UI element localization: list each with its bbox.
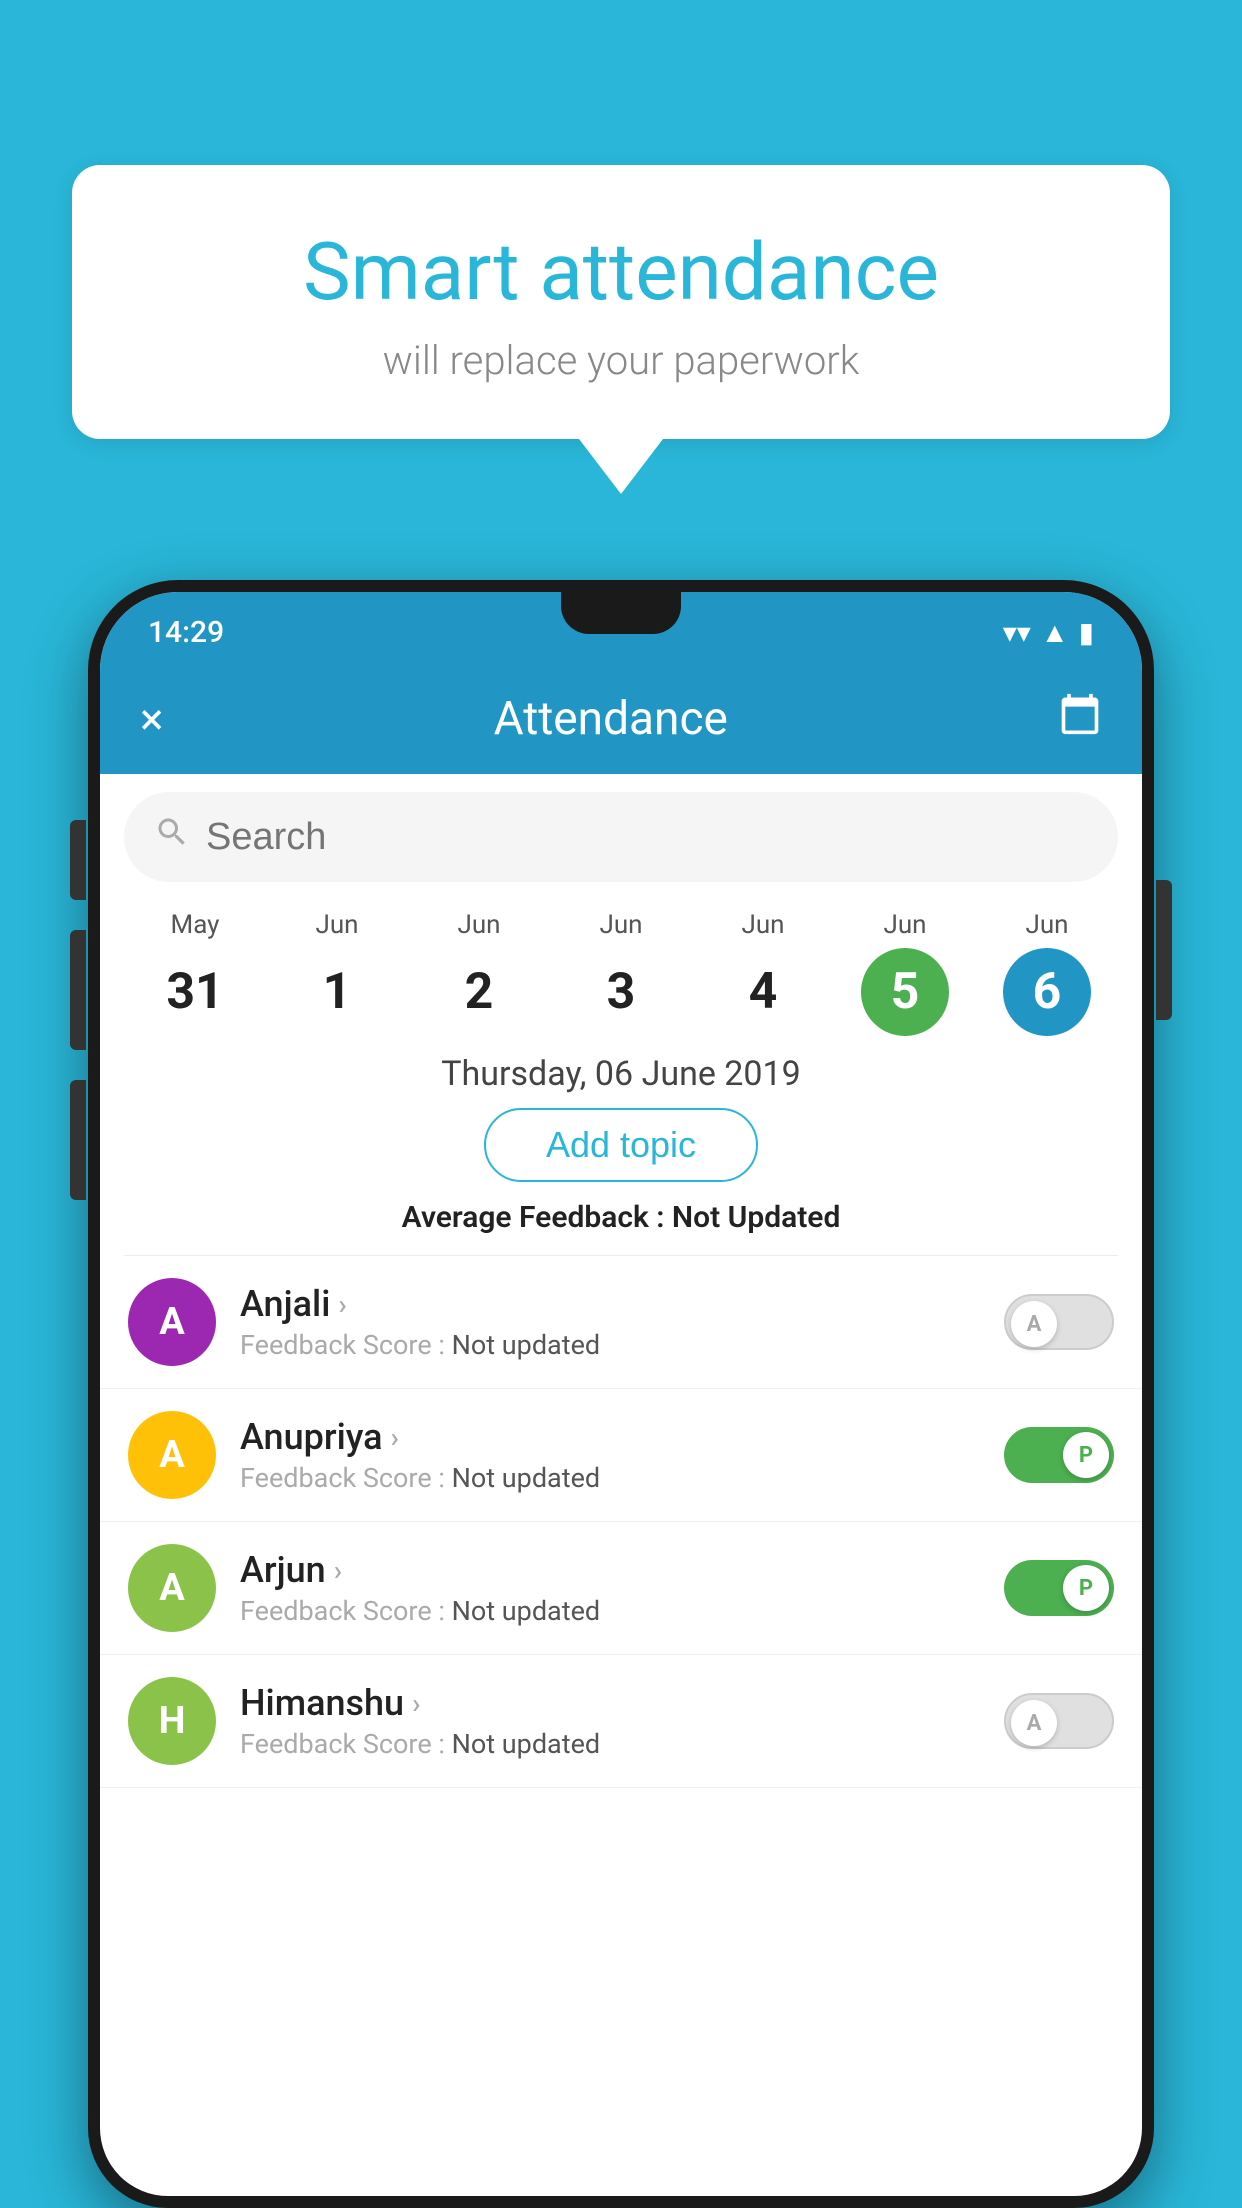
speech-bubble: Smart attendance will replace your paper…: [72, 165, 1170, 439]
avg-feedback: Average Feedback : Not Updated: [100, 1200, 1142, 1235]
student-name: Anjali ›: [240, 1283, 980, 1325]
calendar-day[interactable]: Jun 5: [861, 910, 949, 1036]
calendar-number[interactable]: 4: [719, 948, 807, 1036]
calendar-month: Jun: [315, 910, 358, 940]
calendar-month: Jun: [457, 910, 500, 940]
calendar-number[interactable]: 2: [435, 948, 523, 1036]
student-info: Himanshu › Feedback Score : Not updated: [240, 1682, 980, 1760]
attendance-toggle[interactable]: P: [1004, 1427, 1114, 1483]
calendar-number[interactable]: 3: [577, 948, 665, 1036]
avatar: H: [128, 1677, 216, 1765]
battery-icon: ▮: [1079, 616, 1094, 649]
avg-feedback-label: Average Feedback :: [402, 1200, 665, 1235]
chevron-icon: ›: [334, 1554, 342, 1587]
speech-bubble-subtitle: will replace your paperwork: [132, 337, 1110, 384]
avatar: A: [128, 1544, 216, 1632]
calendar-number[interactable]: 31: [151, 948, 239, 1036]
calendar-day[interactable]: Jun 3: [577, 910, 665, 1036]
calendar-day[interactable]: Jun 4: [719, 910, 807, 1036]
calendar-month: Jun: [599, 910, 642, 940]
selected-date-label: Thursday, 06 June 2019: [100, 1054, 1142, 1094]
student-name: Anupriya ›: [240, 1416, 980, 1458]
avatar: A: [128, 1411, 216, 1499]
search-icon: [154, 814, 190, 860]
close-button[interactable]: ×: [140, 693, 163, 745]
student-info: Anupriya › Feedback Score : Not updated: [240, 1416, 980, 1494]
avatar: A: [128, 1278, 216, 1366]
student-item[interactable]: H Himanshu › Feedback Score : Not updated A: [100, 1655, 1142, 1788]
calendar-day[interactable]: Jun 1: [293, 910, 381, 1036]
student-name: Arjun ›: [240, 1549, 980, 1591]
student-feedback: Feedback Score : Not updated: [240, 1728, 980, 1760]
status-time: 14:29: [148, 615, 224, 650]
student-info: Arjun › Feedback Score : Not updated: [240, 1549, 980, 1627]
speech-bubble-tail: [579, 439, 663, 494]
side-button-right: [1156, 880, 1172, 1020]
chevron-icon: ›: [412, 1687, 420, 1720]
status-icons: ▾▾ ▲ ▮: [1003, 616, 1094, 649]
calendar-number[interactable]: 5: [861, 948, 949, 1036]
student-info: Anjali › Feedback Score : Not updated: [240, 1283, 980, 1361]
student-list: AAnjali ›Feedback Score : Not updatedAAA…: [100, 1256, 1142, 1788]
search-input[interactable]: [206, 816, 1088, 859]
attendance-toggle[interactable]: A: [1004, 1693, 1114, 1749]
search-container[interactable]: [124, 792, 1118, 882]
phone-notch: [561, 592, 681, 634]
student-item[interactable]: A Anupriya › Feedback Score : Not updated P: [100, 1389, 1142, 1522]
calendar-month: Jun: [883, 910, 926, 940]
chevron-icon: ›: [338, 1288, 346, 1321]
wifi-icon: ▾▾: [1003, 616, 1031, 649]
student-name: Himanshu ›: [240, 1682, 980, 1724]
attendance-toggle[interactable]: A: [1004, 1294, 1114, 1350]
student-item[interactable]: A Arjun › Feedback Score : Not updated P: [100, 1522, 1142, 1655]
chevron-icon: ›: [391, 1421, 399, 1454]
calendar-month: Jun: [741, 910, 784, 940]
student-feedback: Feedback Score : Not updated: [240, 1329, 980, 1361]
side-button-left-2: [70, 930, 86, 1050]
calendar-month: May: [171, 910, 220, 940]
app-bar-title: Attendance: [494, 692, 728, 746]
add-topic-button[interactable]: Add topic: [484, 1108, 758, 1182]
calendar-button[interactable]: [1058, 692, 1102, 747]
speech-bubble-title: Smart attendance: [132, 225, 1110, 319]
avg-feedback-value: Not Updated: [672, 1200, 840, 1235]
phone-screen: 14:29 ▾▾ ▲ ▮ × Attendance: [100, 592, 1142, 2196]
side-button-left-1: [70, 820, 86, 900]
student-feedback: Feedback Score : Not updated: [240, 1595, 980, 1627]
phone-frame: 14:29 ▾▾ ▲ ▮ × Attendance: [88, 580, 1154, 2208]
calendar-day[interactable]: May 31: [151, 910, 239, 1036]
student-item[interactable]: A Anjali › Feedback Score : Not updated A: [100, 1256, 1142, 1389]
app-bar: × Attendance: [100, 664, 1142, 774]
student-feedback: Feedback Score : Not updated: [240, 1462, 980, 1494]
calendar-month: Jun: [1025, 910, 1068, 940]
attendance-toggle[interactable]: P: [1004, 1560, 1114, 1616]
side-button-left-3: [70, 1080, 86, 1200]
calendar-day[interactable]: Jun 2: [435, 910, 523, 1036]
speech-bubble-container: Smart attendance will replace your paper…: [72, 165, 1170, 494]
calendar-row: May 31 Jun 1 Jun 2 Jun 3 Jun 4 Jun 5 Jun 6: [100, 900, 1142, 1036]
calendar-number[interactable]: 1: [293, 948, 381, 1036]
calendar-number[interactable]: 6: [1003, 948, 1091, 1036]
signal-icon: ▲: [1041, 616, 1069, 649]
calendar-day[interactable]: Jun 6: [1003, 910, 1091, 1036]
